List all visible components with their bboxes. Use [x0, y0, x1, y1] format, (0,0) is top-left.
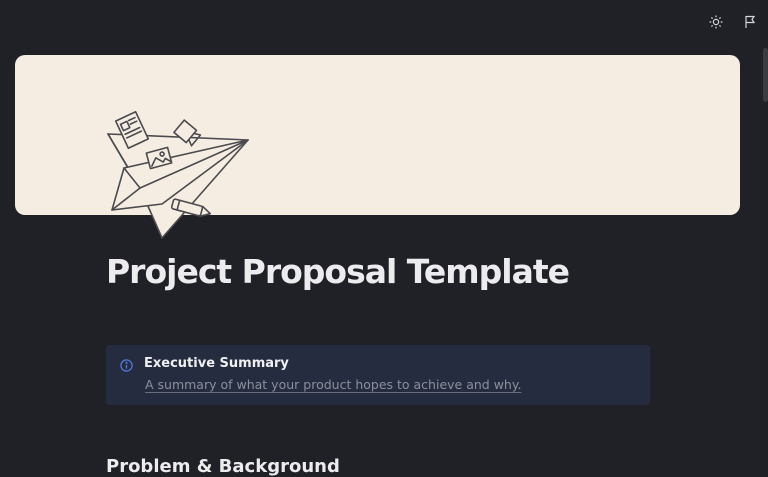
top-toolbar: [706, 12, 760, 32]
flag-icon[interactable]: [740, 12, 760, 32]
callout-title: Executive Summary: [144, 356, 289, 371]
info-icon: [120, 357, 133, 376]
page-title[interactable]: Project Proposal Template: [106, 252, 570, 291]
sun-icon[interactable]: [706, 12, 726, 32]
callout-description[interactable]: A summary of what your product hopes to …: [145, 377, 521, 392]
paper-plane-illustration: [104, 110, 254, 242]
section-heading-problem-background[interactable]: Problem & Background: [106, 456, 340, 477]
executive-summary-callout[interactable]: Executive Summary A summary of what your…: [106, 345, 650, 405]
scrollbar-thumb[interactable]: [763, 48, 768, 102]
